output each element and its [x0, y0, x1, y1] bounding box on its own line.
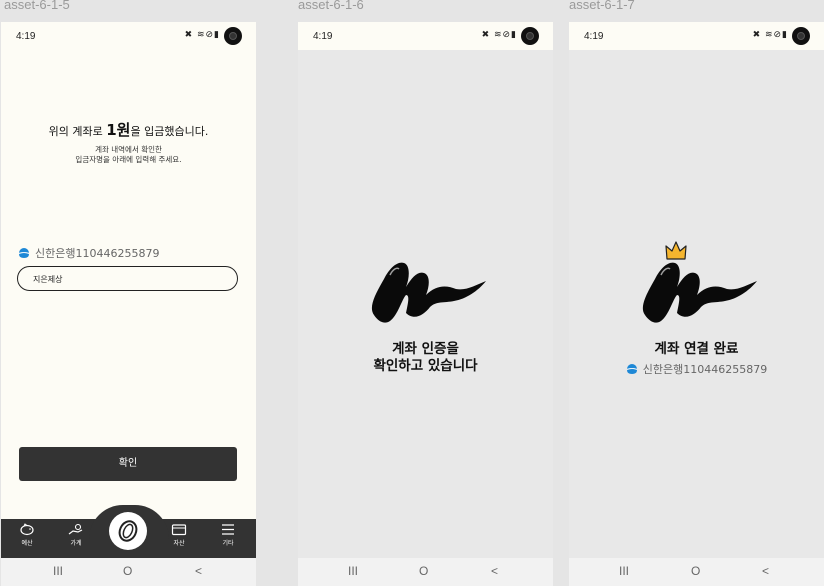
status-bar: 4:19 ✖ ≋⊘▮: [569, 22, 824, 50]
recent-apps-button[interactable]: III: [619, 564, 629, 578]
tab-budget-label: 예산: [21, 540, 33, 547]
phone-screen-complete: 4:19 ✖ ≋⊘▮ 계좌 연결 완료 신한은행110446255879 III…: [569, 22, 824, 586]
confirm-button[interactable]: 확인: [19, 447, 237, 481]
recent-apps-button[interactable]: III: [348, 564, 358, 578]
depositor-name-input[interactable]: 지은제상: [17, 266, 238, 291]
recent-apps-button[interactable]: III: [53, 564, 63, 578]
home-button[interactable]: O: [123, 564, 132, 578]
shinhan-bank-icon: [626, 364, 637, 374]
status-icons: ✖ ≋⊘▮: [481, 30, 517, 40]
title-amount: 1원: [106, 121, 131, 139]
back-button[interactable]: <: [762, 564, 769, 578]
verifying-line-1: 계좌 인증을: [392, 341, 459, 357]
instruction-line-1: 계좌 내역에서 확인한: [95, 145, 162, 154]
asset-label-2: asset-6-1-6: [298, 0, 364, 12]
page-title: 위의 계좌로 1원을 입금했습니다.: [1, 119, 256, 140]
asset-label-3: asset-6-1-7: [569, 0, 635, 12]
back-button[interactable]: <: [491, 564, 498, 578]
brand-logo-icon: [642, 262, 757, 323]
hand-coin-icon: [68, 523, 83, 535]
status-time: 4:19: [584, 31, 604, 42]
tab-assets[interactable]: 자산: [164, 523, 194, 547]
title-text-pre: 위의 계좌로: [48, 125, 107, 138]
system-nav-bar: III O <: [569, 558, 824, 586]
piggy-bank-icon: [20, 523, 34, 536]
title-text-post: 을 입금했습니다.: [130, 125, 209, 138]
tab-household-label: 가계: [70, 540, 82, 547]
verifying-message: 계좌 인증을 확인하고 있습니다: [298, 341, 553, 375]
bottom-tab-bar: 예산 가계 자산 기타: [1, 505, 256, 559]
home-button[interactable]: O: [691, 564, 700, 578]
phone-screen-deposit: 4:19 ✖ ≋⊘▮ 위의 계좌로 1원을 입금했습니다. 계좌 내역에서 확인…: [1, 22, 256, 586]
status-bar: 4:19 ✖ ≋⊘▮: [1, 22, 256, 50]
bank-account-row: 신한은행110446255879: [569, 361, 824, 377]
shinhan-bank-icon: [18, 248, 30, 258]
status-time: 4:19: [313, 31, 333, 42]
bank-account-text: 신한은행110446255879: [35, 247, 160, 260]
tab-more-label: 기타: [222, 540, 234, 547]
instruction-line-2: 입금자명을 아래에 입력해 주세요.: [75, 155, 182, 164]
coin-icon: [118, 520, 138, 542]
system-nav-bar: III O <: [298, 558, 553, 586]
menu-icon: [222, 524, 234, 535]
status-icons: ✖ ≋⊘▮: [752, 30, 788, 40]
wallet-icon: [171, 524, 187, 536]
status-time: 4:19: [16, 31, 36, 42]
instruction-text: 계좌 내역에서 확인한 입금자명을 아래에 입력해 주세요.: [1, 145, 256, 165]
home-button[interactable]: O: [419, 564, 428, 578]
camera-icon: [792, 27, 810, 45]
camera-icon: [224, 27, 242, 45]
tab-assets-label: 자산: [173, 540, 185, 547]
complete-title: 계좌 연결 완료: [654, 341, 739, 357]
bank-account-text: 신한은행110446255879: [642, 363, 768, 376]
system-nav-bar: III O <: [1, 558, 256, 586]
tab-more[interactable]: 기타: [213, 523, 243, 547]
back-button[interactable]: <: [195, 564, 202, 578]
bank-account-row: 신한은행110446255879: [18, 245, 159, 261]
asset-label-1: asset-6-1-5: [4, 0, 70, 12]
camera-icon: [521, 27, 539, 45]
verifying-line-2: 확인하고 있습니다: [373, 358, 478, 374]
brand-logo-icon: [371, 262, 486, 323]
status-bar: 4:19 ✖ ≋⊘▮: [298, 22, 553, 50]
center-home-button[interactable]: [109, 512, 147, 550]
tab-budget[interactable]: 예산: [12, 523, 42, 547]
tab-household[interactable]: 가계: [61, 523, 91, 547]
status-icons: ✖ ≋⊘▮: [184, 30, 220, 40]
phone-screen-verifying: 4:19 ✖ ≋⊘▮ 계좌 인증을 확인하고 있습니다 III O <: [298, 22, 553, 586]
